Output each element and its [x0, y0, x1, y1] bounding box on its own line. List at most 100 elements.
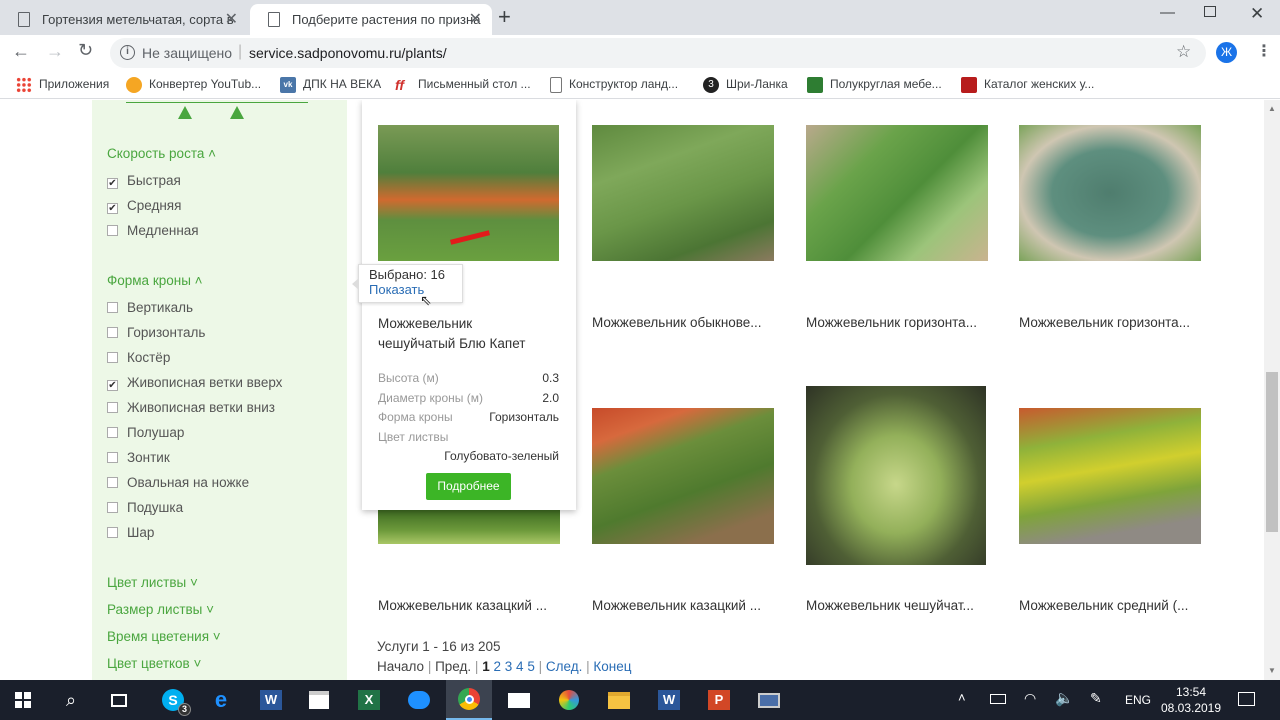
- filter-option[interactable]: Зонтик: [107, 450, 170, 465]
- product-name[interactable]: Можжевельник чешуйчатый Блю Капет: [378, 314, 525, 354]
- task-view-icon[interactable]: [96, 680, 142, 720]
- checkbox[interactable]: ✔: [107, 380, 118, 391]
- product-image[interactable]: [806, 386, 986, 565]
- product-image[interactable]: [1019, 125, 1201, 261]
- filter-option[interactable]: Шар: [107, 525, 154, 540]
- url-text[interactable]: service.sadponovomu.ru/plants/: [249, 45, 447, 61]
- filter-option[interactable]: ✔ Средняя: [107, 198, 181, 214]
- minimize-button[interactable]: —: [1160, 4, 1175, 21]
- remote-desktop-icon[interactable]: [746, 680, 792, 720]
- product-name[interactable]: Можжевельник горизонта...: [1019, 315, 1219, 330]
- bookmark-dpk[interactable]: vk ДПК НА ВЕКА: [280, 77, 381, 93]
- pagination-prev[interactable]: Пред.: [435, 659, 471, 674]
- product-card[interactable]: Можжевельник обыкнове...: [592, 125, 774, 340]
- chrome-icon[interactable]: [446, 680, 492, 720]
- page-scrollbar[interactable]: ▲ ▼: [1264, 100, 1280, 680]
- bookmark-constructor[interactable]: Конструктор ланд...: [550, 77, 678, 93]
- filter-option[interactable]: Живописная ветки вниз: [107, 400, 275, 415]
- checkbox[interactable]: ✔: [107, 178, 118, 189]
- tab-hydrangea[interactable]: Гортензия метельчатая, сорта в ✕: [0, 4, 248, 35]
- filter-option[interactable]: Овальная на ножке: [107, 475, 249, 490]
- scrollbar-thumb[interactable]: [1266, 372, 1278, 532]
- pagination-end[interactable]: Конец: [593, 659, 631, 674]
- page-2[interactable]: 2: [493, 659, 501, 674]
- system-clock[interactable]: 13:54 08.03.2019: [1160, 684, 1222, 716]
- product-card[interactable]: Можжевельник казацкий ...: [592, 408, 774, 620]
- details-button[interactable]: Подробнее: [426, 473, 511, 500]
- checkbox[interactable]: [107, 502, 118, 513]
- filter-option[interactable]: ✔ Живописная ветки вверх: [107, 375, 282, 391]
- filter-growth-speed[interactable]: Скорость роста ˄: [107, 146, 216, 161]
- profile-avatar[interactable]: Ж: [1216, 42, 1237, 63]
- battery-icon[interactable]: [990, 694, 1006, 704]
- reload-icon[interactable]: ↻: [78, 40, 93, 61]
- checkbox[interactable]: [107, 527, 118, 538]
- bookmark-sri-lanka[interactable]: 3 Шри-Ланка: [703, 77, 788, 93]
- star-icon[interactable]: ☆: [1176, 42, 1191, 62]
- checkbox[interactable]: [107, 327, 118, 338]
- powerpoint-icon[interactable]: P: [696, 680, 742, 720]
- menu-dots-icon[interactable]: ⋮: [1256, 41, 1272, 61]
- filter-option[interactable]: Полушар: [107, 425, 184, 440]
- windows-start-icon[interactable]: [0, 680, 46, 720]
- filter-option[interactable]: Медленная: [107, 223, 199, 238]
- page-4[interactable]: 4: [516, 659, 524, 674]
- product-image[interactable]: [592, 408, 774, 544]
- search-icon[interactable]: ⌕: [48, 680, 94, 720]
- checkbox[interactable]: [107, 352, 118, 363]
- filter-crown-shape[interactable]: Форма кроны ˄: [107, 273, 203, 288]
- scroll-up-arrow-icon[interactable]: ▲: [1268, 104, 1276, 113]
- product-name[interactable]: Можжевельник чешуйчат...: [806, 598, 1006, 613]
- bookmark-catalog[interactable]: Каталог женских у...: [961, 77, 1094, 93]
- scroll-down-arrow-icon[interactable]: ▼: [1268, 666, 1276, 675]
- filter-option[interactable]: Подушка: [107, 500, 183, 515]
- volume-icon[interactable]: 🔈: [1055, 689, 1074, 707]
- edge-icon[interactable]: e: [198, 680, 244, 720]
- close-icon[interactable]: ✕: [225, 4, 238, 35]
- pagination-start[interactable]: Начало: [377, 659, 424, 674]
- filter-leaf-size[interactable]: Размер листвы ˅: [107, 602, 214, 617]
- file-explorer-icon[interactable]: [596, 680, 642, 720]
- checkbox[interactable]: [107, 302, 118, 313]
- show-link[interactable]: Показать: [369, 282, 452, 297]
- messenger-icon[interactable]: [396, 680, 442, 720]
- product-image[interactable]: [592, 125, 774, 261]
- product-image[interactable]: [378, 510, 560, 544]
- page-5[interactable]: 5: [527, 659, 535, 674]
- checkbox[interactable]: [107, 402, 118, 413]
- excel-icon[interactable]: X: [346, 680, 392, 720]
- checkbox[interactable]: [107, 225, 118, 236]
- input-language[interactable]: ENG: [1125, 693, 1151, 707]
- bookmark-desk[interactable]: ff Письменный стол ...: [395, 77, 531, 93]
- wifi-icon[interactable]: ◠: [1024, 690, 1036, 707]
- word-doc-icon[interactable]: W: [646, 680, 692, 720]
- slider-handle-right[interactable]: [230, 106, 244, 119]
- page-3[interactable]: 3: [505, 659, 513, 674]
- bookmark-furniture[interactable]: Полукруглая мебе...: [807, 77, 942, 93]
- forward-arrow-icon[interactable]: →: [46, 41, 64, 62]
- filter-bloom-time[interactable]: Время цветения ˅: [107, 629, 221, 644]
- notification-icon[interactable]: [1238, 692, 1255, 706]
- back-arrow-icon[interactable]: ←: [12, 41, 30, 62]
- filter-option[interactable]: Костёр: [107, 350, 170, 365]
- product-name[interactable]: Можжевельник казацкий ...: [592, 598, 792, 613]
- new-tab-button[interactable]: +: [498, 4, 511, 30]
- close-icon[interactable]: ✕: [469, 4, 482, 35]
- product-card[interactable]: Можжевельник средний (...: [1019, 408, 1201, 620]
- product-hover-card[interactable]: Можжевельник чешуйчатый Блю Капет Высота…: [362, 100, 576, 510]
- product-name[interactable]: Можжевельник обыкнове...: [592, 315, 792, 330]
- product-image[interactable]: [378, 125, 559, 261]
- product-card[interactable]: Можжевельник горизонта...: [806, 125, 988, 340]
- filter-flower-color[interactable]: Цвет цветков ˅: [107, 656, 201, 671]
- paint-icon[interactable]: [546, 680, 592, 720]
- product-name[interactable]: Можжевельник горизонта...: [806, 315, 1006, 330]
- range-slider-track[interactable]: [126, 102, 308, 103]
- filter-leaf-color[interactable]: Цвет листвы ˅: [107, 575, 198, 590]
- address-bar[interactable]: i Не защищено | service.sadponovomu.ru/p…: [110, 38, 1206, 68]
- tab-plants[interactable]: Подберите растения по призна ✕: [250, 4, 492, 35]
- slider-handle-left[interactable]: [178, 106, 192, 119]
- product-name[interactable]: Можжевельник казацкий ...: [378, 598, 578, 613]
- word-icon[interactable]: W: [248, 680, 294, 720]
- product-image[interactable]: [806, 125, 988, 261]
- checkbox[interactable]: [107, 427, 118, 438]
